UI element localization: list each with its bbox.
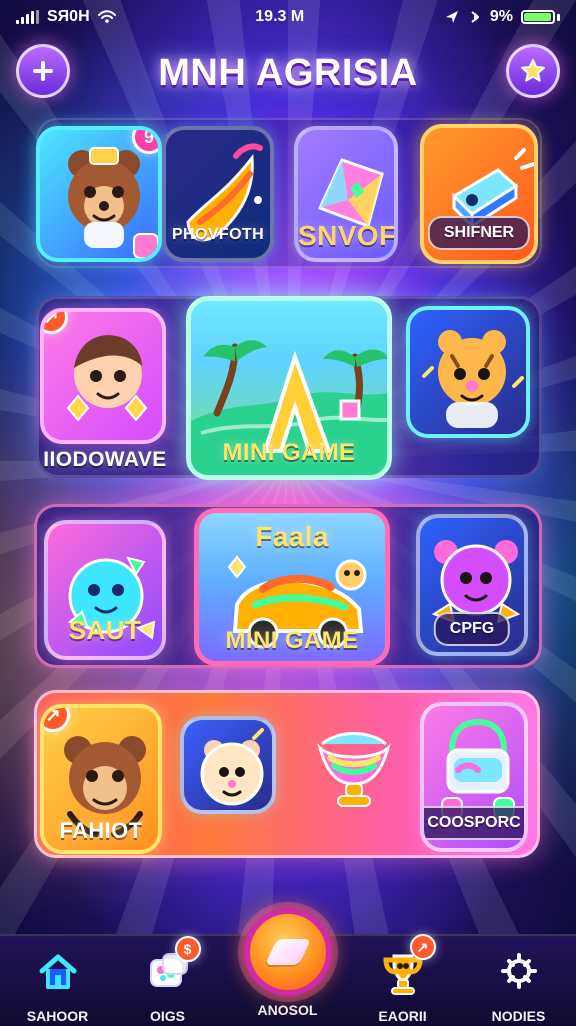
nav-label: OIGS (149, 1008, 185, 1024)
tile-label: PHOVFOTH (171, 226, 265, 243)
tile-mini-game-1[interactable]: MINI GAME (186, 296, 392, 480)
diamond-icon (264, 939, 312, 965)
time-text: 19.3 M (255, 8, 305, 25)
tiger-cub-icon (410, 310, 526, 434)
nav-item-games[interactable]: $ OIGS (110, 936, 225, 1026)
boy-character-icon (44, 312, 162, 440)
nav-item-settings[interactable]: NODIES (461, 936, 576, 1026)
tile-label-pill: COOSPORC (424, 806, 524, 840)
plus-icon (30, 58, 56, 84)
tile-label: COOSPORC (427, 814, 521, 831)
location-icon (444, 9, 460, 25)
tile-label: SNVOF (298, 220, 397, 251)
tile-cpfg[interactable]: CPFG (416, 514, 528, 656)
status-left: SЯ0H (16, 8, 116, 26)
add-button[interactable] (16, 44, 70, 98)
bluetooth-icon (468, 9, 482, 25)
carrier-text: SЯ0H (47, 8, 90, 25)
settings-icon (492, 944, 546, 998)
tile-label-pill: SHIFNER (427, 216, 531, 250)
favorites-button[interactable] (506, 44, 560, 98)
tile-label: FAHIOT (59, 818, 143, 843)
nav-label: SAHOOR (26, 1008, 89, 1024)
tile-saut[interactable]: SAUT (44, 520, 166, 660)
tile-hamster[interactable] (180, 716, 276, 814)
tile-shifner[interactable]: SHIFNER (420, 124, 538, 264)
tile-phovfoth[interactable]: PHOVFOTH (162, 126, 274, 262)
nav-label: EAORII (378, 1008, 427, 1024)
tile-subtitle: Faala (255, 521, 329, 552)
nav-item-home[interactable]: SAHOOR (0, 936, 115, 1026)
battery-percentage: 9% (489, 8, 513, 25)
status-right: 9% (444, 8, 560, 26)
tile-label-pill: CPFG (433, 612, 511, 646)
nav-label: ANOSOL (257, 1002, 318, 1018)
row-2-left-label: IIODOWAVE (43, 448, 167, 471)
tile-rainbow-cup[interactable] (302, 704, 406, 814)
tile-label: CPFG (449, 620, 495, 637)
tile-mini-game-2[interactable]: Faala MINI GAME (194, 508, 390, 666)
tile-label: MINI GAME (225, 627, 359, 654)
play-button[interactable] (244, 908, 332, 996)
battery-icon (520, 10, 560, 24)
trophy-icon: ↗ (376, 934, 436, 998)
status-bar: SЯ0H 19.3 M 9% (0, 0, 576, 34)
tile-bear[interactable]: 9 (36, 126, 162, 262)
tile-fahiot[interactable]: ↗ FAHIOT (40, 704, 162, 854)
tile-snvof[interactable]: SNVOF (294, 126, 398, 262)
tile-label: MINI GAME (222, 439, 356, 466)
page-title: MNH AGRISIA (158, 52, 418, 94)
hamster-icon (184, 720, 272, 810)
puzzle-cards-icon: $ (141, 936, 201, 998)
tile-coosporc[interactable]: COOSPORC (420, 702, 528, 852)
nav-badge: $ (174, 936, 201, 962)
nav-badge: ↗ (409, 934, 436, 960)
signal-icon (16, 10, 39, 24)
tile-label: SAUT (68, 615, 142, 645)
tile-label: SHIFNER (443, 224, 515, 241)
nav-item-achievements[interactable]: ↗ EAORII (345, 934, 460, 1026)
home-icon (31, 944, 85, 998)
star-icon (519, 57, 547, 85)
wifi-icon (97, 10, 116, 24)
rainbow-cup-icon (302, 704, 406, 814)
nav-label: NODIES (491, 1008, 546, 1024)
tile-tiger[interactable] (406, 306, 530, 438)
tile-iiodowave[interactable]: ↗ (40, 308, 166, 444)
